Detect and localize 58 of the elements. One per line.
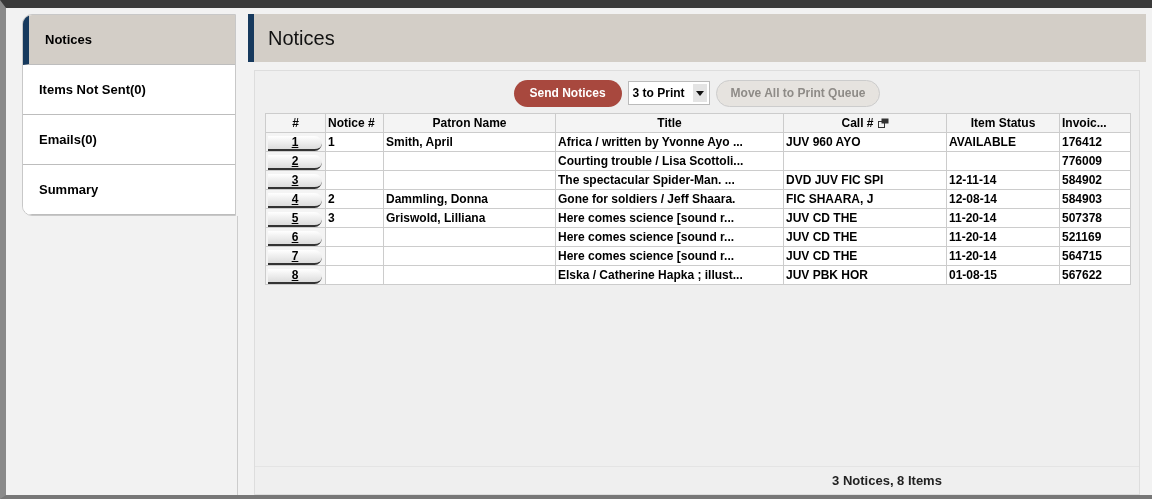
column-header[interactable]: Call # [783,113,947,133]
sidebar-tab[interactable]: Notices [23,15,235,65]
table-cell: Here comes science [sound r... [558,249,735,263]
table-cell: 01-08-15 [949,268,998,282]
table-cell: Gone for soldiers / Jeff Shaara. [558,192,736,206]
row-number-button[interactable]: 8 [268,268,322,284]
table-cell: Courting trouble / Lisa Scottoli... [558,154,744,168]
row-number-button[interactable]: 6 [268,230,322,246]
send-notices-button[interactable]: Send Notices [513,79,622,107]
table-cell: 2 [328,192,335,206]
table-cell: 11-20-14 [949,230,997,244]
table-cell: JUV 960 AYO [786,135,861,149]
row-number-button[interactable]: 5 [268,211,322,227]
table-cell: JUV PBK HOR [786,268,868,282]
table-cell: 507378 [1062,211,1103,225]
table-cell: 11-20-14 [949,211,997,225]
table-cell: Smith, April [386,135,453,149]
column-header[interactable]: Patron Name [383,113,556,133]
row-number-button[interactable]: 4 [268,192,322,208]
panel-title: Notices [268,26,335,51]
row-number-button[interactable]: 3 [268,173,322,189]
table-cell: Africa / written by Yvonne Ayo ... [558,135,743,149]
column-header[interactable]: Notice # [325,113,384,133]
table-cell: JUV CD THE [786,249,858,263]
column-header[interactable]: # [265,113,326,133]
table-cell: Dammling, Donna [386,192,488,206]
table-cell: DVD JUV FIC SPI [786,173,884,187]
dropdown-caret-icon [692,84,707,102]
table-cell: 11-20-14 [949,249,997,263]
table-cell: 776009 [1062,154,1103,168]
table-cell: 567622 [1062,268,1103,282]
table-cell: 584902 [1062,173,1103,187]
table-cell: JUV CD THE [786,230,858,244]
column-header[interactable]: Title [555,113,784,133]
table-cell: JUV CD THE [786,211,858,225]
table-cell: 1 [328,135,335,149]
table-cell: 3 [328,211,335,225]
table-cell: Elska / Catherine Hapka ; illust... [558,268,743,282]
column-header[interactable]: Item Status [946,113,1060,133]
table-cell: AVAILABLE [949,135,1016,149]
popout-icon [877,118,889,128]
table-cell: 564715 [1062,249,1103,263]
table-cell: Griswold, Lilliana [386,211,486,225]
row-number-button[interactable]: 7 [268,249,322,265]
table-cell: 521169 [1062,230,1102,244]
row-number-button[interactable]: 1 [268,135,322,151]
table-cell: Here comes science [sound r... [558,211,735,225]
table-cell: 176412 [1062,135,1103,149]
status-text: 3 Notices, 8 Items [832,471,942,490]
print-select[interactable]: 3 to Print [627,81,710,105]
table-cell: 12-08-14 [949,192,998,206]
row-number-button[interactable]: 2 [268,154,322,170]
table-cell: 584903 [1062,192,1103,206]
table-cell: 12-11-14 [949,173,997,187]
table-cell: The spectacular Spider-Man. ... [558,173,735,187]
column-header[interactable]: Invoic... [1059,113,1131,133]
table-cell: Here comes science [sound r... [558,230,735,244]
table-cell: FIC SHAARA, J [786,192,874,206]
